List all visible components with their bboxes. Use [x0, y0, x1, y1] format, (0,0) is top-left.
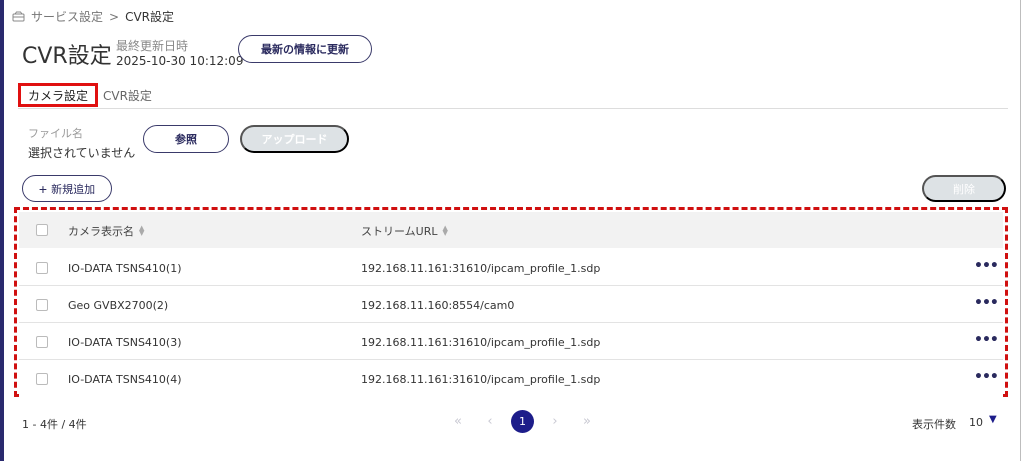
row-checkbox[interactable]: [36, 336, 48, 348]
table-row[interactable]: IO-DATA TSNS410(1) 192.168.11.161:31610/…: [19, 249, 1003, 286]
column-header-stream-url[interactable]: ストリームURL ▲ ▼: [361, 223, 448, 239]
row-checkbox[interactable]: [36, 373, 48, 385]
window-edge-right: [1020, 0, 1021, 461]
more-icon[interactable]: •••: [974, 258, 999, 274]
breadcrumb-current: CVR設定: [125, 10, 175, 24]
upload-button[interactable]: アップロード: [240, 125, 349, 153]
plus-icon: +: [38, 180, 48, 197]
stream-url-cell: 192.168.11.161:31610/ipcam_profile_1.sdp: [361, 262, 601, 275]
column-header-camera-name[interactable]: カメラ表示名 ▲ ▼: [68, 223, 144, 239]
add-new-label: 新規追加: [51, 183, 96, 196]
pagination: « ‹ 1 › »: [447, 410, 608, 433]
last-updated-label: 最終更新日時: [116, 39, 189, 53]
record-count: 1 - 4件 / 4件: [22, 418, 87, 431]
sort-icon: ▲ ▼: [442, 224, 448, 237]
stream-url-cell: 192.168.11.160:8554/cam0: [361, 299, 515, 312]
tab-cvr-settings[interactable]: CVR設定: [103, 87, 152, 104]
tab-divider: [18, 108, 1008, 109]
per-page-select[interactable]: 10: [969, 416, 983, 429]
stream-url-cell: 192.168.11.161:31610/ipcam_profile_1.sdp: [361, 373, 601, 386]
refresh-button[interactable]: 最新の情報に更新: [238, 35, 372, 63]
last-page-icon[interactable]: »: [576, 411, 598, 433]
prev-page-icon[interactable]: ‹: [479, 411, 501, 433]
camera-name-cell: IO-DATA TSNS410(3): [68, 336, 182, 349]
tab-label: CVR設定: [103, 89, 152, 103]
breadcrumb: サービス設定 > CVR設定: [12, 8, 174, 25]
camera-name-cell: IO-DATA TSNS410(4): [68, 373, 182, 386]
more-icon[interactable]: •••: [974, 332, 999, 348]
first-page-icon[interactable]: «: [447, 411, 469, 433]
file-name-label: ファイル名: [28, 127, 83, 140]
table-header: カメラ表示名 ▲ ▼ ストリームURL ▲ ▼: [19, 212, 1003, 248]
page-title: CVR設定: [22, 44, 112, 69]
last-updated-value: 2025-10-30 10:12:09: [116, 54, 244, 68]
caret-down-icon[interactable]: ▼: [989, 414, 997, 425]
row-checkbox[interactable]: [36, 299, 48, 311]
window-edge: [0, 0, 4, 461]
per-page-label: 表示件数: [912, 418, 956, 431]
browse-button[interactable]: 参照: [143, 125, 229, 153]
camera-name-cell: IO-DATA TSNS410(1): [68, 262, 182, 275]
stream-url-cell: 192.168.11.161:31610/ipcam_profile_1.sdp: [361, 336, 601, 349]
add-new-button[interactable]: + 新規追加: [22, 175, 112, 202]
next-page-icon[interactable]: ›: [544, 411, 566, 433]
table-row[interactable]: IO-DATA TSNS410(3) 192.168.11.161:31610/…: [19, 323, 1003, 360]
more-icon[interactable]: •••: [974, 369, 999, 385]
page-number-current[interactable]: 1: [511, 410, 534, 433]
column-header-label: カメラ表示名: [68, 225, 134, 238]
table-row[interactable]: Geo GVBX2700(2) 192.168.11.160:8554/cam0…: [19, 286, 1003, 323]
row-checkbox[interactable]: [36, 262, 48, 274]
breadcrumb-separator: >: [109, 9, 120, 24]
tab-label: カメラ設定: [27, 88, 88, 103]
delete-button[interactable]: 削除: [922, 175, 1006, 202]
column-header-label: ストリームURL: [361, 225, 438, 238]
sort-icon: ▲ ▼: [139, 224, 145, 237]
table-row[interactable]: IO-DATA TSNS410(4) 192.168.11.161:31610/…: [19, 360, 1003, 397]
breadcrumb-parent[interactable]: サービス設定: [31, 8, 103, 25]
select-all-checkbox[interactable]: [36, 224, 48, 236]
tab-camera-settings[interactable]: カメラ設定: [18, 83, 98, 107]
camera-name-cell: Geo GVBX2700(2): [68, 299, 169, 312]
more-icon[interactable]: •••: [974, 295, 999, 311]
file-name-value: 選択されていません: [28, 146, 136, 160]
service-icon: [12, 11, 25, 22]
